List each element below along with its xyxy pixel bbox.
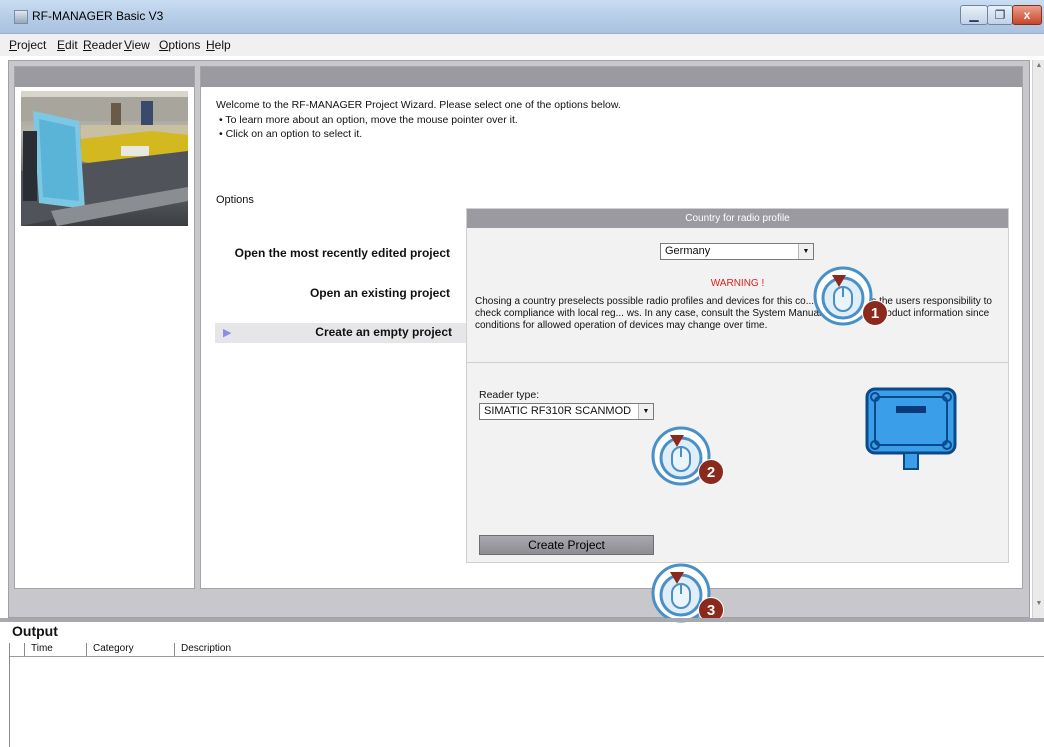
warning-title: WARNING ! <box>710 278 765 289</box>
menu-project[interactable]: Project <box>9 38 46 52</box>
column-description[interactable]: Description <box>174 643 481 656</box>
wizard-photo <box>21 91 188 226</box>
step-1-badge: 1 <box>862 300 888 326</box>
vertical-scrollbar[interactable]: ▲ ▼ <box>1032 60 1044 618</box>
bullet-text: To learn more about an option, move the … <box>225 114 518 126</box>
rfid-reader-icon <box>857 385 967 481</box>
maximize-button[interactable]: ❐ <box>987 5 1013 25</box>
window-title: RF-MANAGER Basic V3 <box>32 9 164 23</box>
reader-type-value: SIMATIC RF310R SCANMOD <box>484 405 632 417</box>
wizard-panel: Welcome to the RF-MANAGER Project Wizard… <box>200 66 1023 589</box>
column-time[interactable]: Time <box>24 643 93 656</box>
reader-type-label: Reader type: <box>479 389 540 401</box>
close-button[interactable]: x <box>1012 5 1042 25</box>
wizard-panel-header <box>201 67 1022 87</box>
chevron-down-icon[interactable]: ▼ <box>638 404 653 419</box>
country-select-value: Germany <box>665 245 711 257</box>
menu-bar: Project Edit Reader View Options Help <box>0 34 1044 56</box>
chevron-down-icon[interactable]: ▼ <box>798 244 813 259</box>
pane-splitter[interactable] <box>0 618 1044 622</box>
options-label: Options <box>216 194 254 206</box>
menu-view[interactable]: View <box>124 38 150 52</box>
settings-panel: Country for radio profile Germany ▼ WARN… <box>466 208 1009 563</box>
scroll-up-icon[interactable]: ▲ <box>1033 62 1044 69</box>
menu-reader[interactable]: Reader <box>83 38 122 52</box>
minimize-button[interactable]: ▁ <box>960 5 988 25</box>
output-border <box>9 643 10 747</box>
step-2-badge: 2 <box>698 459 724 485</box>
country-header: Country for radio profile <box>467 209 1008 228</box>
selected-arrow-icon: ▶ <box>223 327 232 339</box>
menu-edit[interactable]: Edit <box>57 38 78 52</box>
menu-help[interactable]: Help <box>206 38 231 52</box>
panel-divider <box>467 362 1008 363</box>
bullet-item: • To learn more about an option, move th… <box>219 114 518 126</box>
title-bar: RF-MANAGER Basic V3 ▁ ❐ x <box>0 0 1044 34</box>
option-open-recent[interactable]: Open the most recently edited project <box>235 246 450 260</box>
country-select[interactable]: Germany ▼ <box>660 243 814 260</box>
option-create-empty-label: Create an empty project <box>315 325 452 339</box>
left-panel <box>14 66 195 589</box>
column-category[interactable]: Category <box>86 643 181 656</box>
reader-type-select[interactable]: SIMATIC RF310R SCANMOD ▼ <box>479 403 654 420</box>
create-project-button[interactable]: Create Project <box>479 535 654 555</box>
app-icon <box>14 10 28 24</box>
bullet-item: • Click on an option to select it. <box>219 128 363 140</box>
warning-text: Chosing a country preselects possible ra… <box>475 296 992 331</box>
left-panel-header <box>15 67 194 87</box>
output-column-headers: Time Category Description <box>10 643 1044 657</box>
scroll-down-icon[interactable]: ▼ <box>1033 600 1044 607</box>
option-open-existing[interactable]: Open an existing project <box>310 286 450 300</box>
output-list <box>0 658 1044 747</box>
output-title: Output <box>12 623 58 639</box>
bullet-text: Click on an option to select it. <box>225 128 363 140</box>
welcome-text: Welcome to the RF-MANAGER Project Wizard… <box>216 99 621 111</box>
option-create-empty[interactable]: ▶ Create an empty project <box>215 323 466 343</box>
menu-options[interactable]: Options <box>159 38 200 52</box>
